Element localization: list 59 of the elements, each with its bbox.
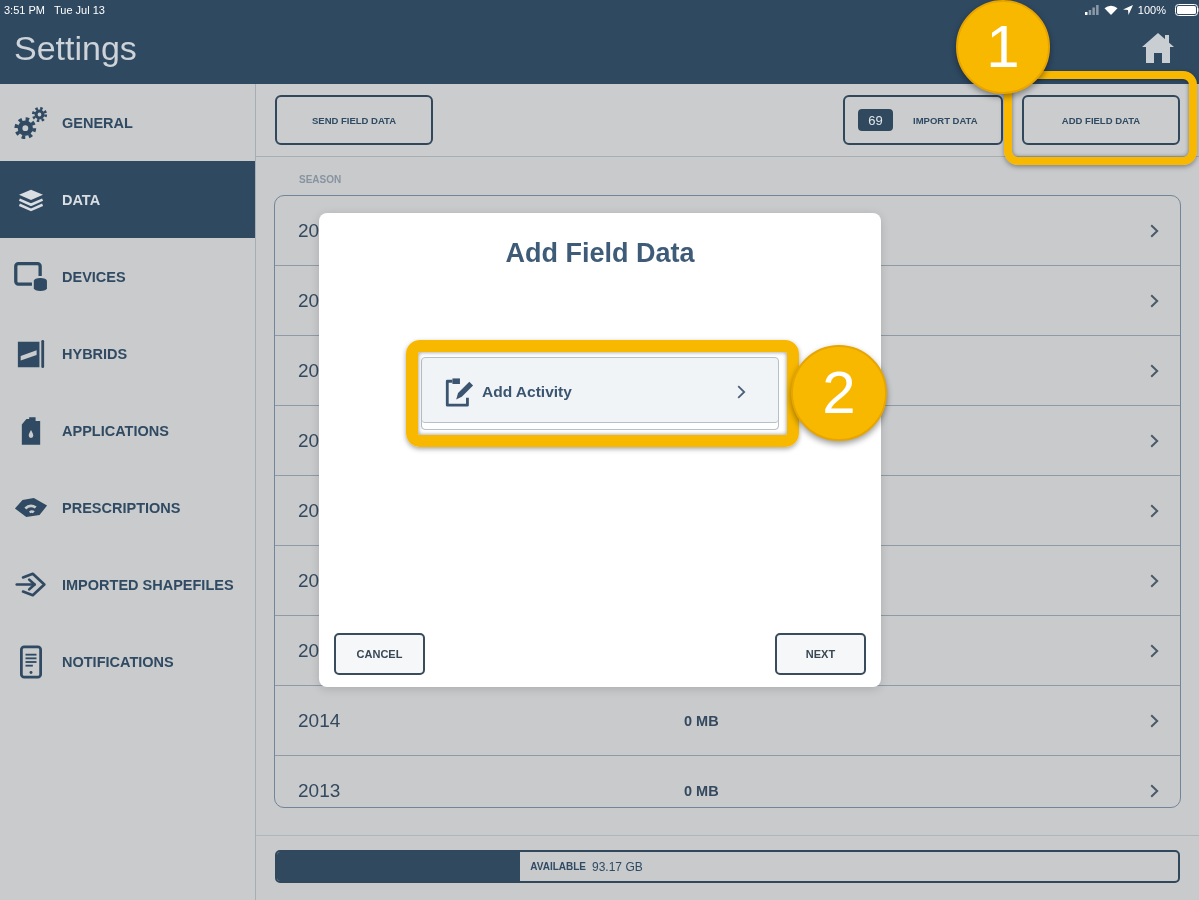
season-cell: 20	[298, 499, 320, 522]
chevron-icon	[737, 384, 746, 399]
chevron-icon	[1150, 223, 1159, 238]
chevron-icon	[1150, 293, 1159, 308]
location-icon	[1122, 4, 1133, 15]
wifi-icon	[1103, 4, 1118, 15]
step-callout: 2	[791, 345, 887, 441]
sidebar-item[interactable]: NOTIFICATIONS	[0, 623, 255, 700]
bag-icon	[16, 338, 46, 369]
signal-icon	[1084, 4, 1099, 15]
available-value: 93.17 GB	[592, 859, 643, 874]
battery-percent: 100%	[1137, 3, 1166, 16]
chevron-icon	[1150, 713, 1159, 728]
season-cell: 20	[298, 219, 320, 242]
gears-icon	[14, 105, 48, 140]
sidebar-item[interactable]: GENERAL	[0, 84, 255, 161]
page-title: Settings	[14, 27, 137, 68]
sidebar-item[interactable]: IMPORTED SHAPEFILES	[0, 546, 255, 623]
sidebar-item[interactable]: DATA	[0, 161, 255, 238]
chevron-icon	[1150, 573, 1159, 588]
chevron-icon	[1150, 363, 1159, 378]
size-cell: 0 MB	[684, 782, 719, 799]
chevron-icon	[1150, 643, 1159, 658]
season-cell: 2013	[298, 779, 341, 802]
season-cell: 20	[298, 429, 320, 452]
season-cell: 20	[298, 639, 320, 662]
available-label: AVAILABLE	[530, 861, 586, 872]
home-icon[interactable]	[1141, 31, 1175, 64]
jug-icon	[20, 415, 42, 446]
dialog-button[interactable]: CANCEL	[334, 633, 425, 675]
season-cell: 20	[298, 359, 320, 382]
import-icon	[15, 572, 47, 597]
toolbar-button[interactable]: SEND FIELD DATA	[275, 95, 433, 145]
status-time: 3:51 PM	[4, 3, 45, 16]
season-cell: 20	[298, 569, 320, 592]
season-cell: 2014	[298, 709, 341, 732]
phone-icon	[20, 644, 42, 679]
battery-icon	[1175, 3, 1199, 16]
chevron-icon	[1150, 433, 1159, 448]
dialog-title: Add Field Data	[505, 237, 695, 269]
status-date: Tue Jul 13	[53, 3, 105, 16]
layers-icon	[17, 187, 45, 212]
sidebar-item[interactable]: DEVICES	[0, 238, 255, 315]
chevron-icon	[1150, 503, 1159, 518]
list-option[interactable]: Add Activity	[421, 357, 779, 430]
map-icon	[14, 497, 48, 518]
sidebar-item[interactable]: APPLICATIONS	[0, 392, 255, 469]
clipboard-pencil-icon	[444, 376, 474, 407]
toolbar-button[interactable]: ADD FIELD DATA	[1022, 95, 1180, 145]
size-cell: 0 MB	[684, 712, 719, 729]
tablet-icon	[14, 261, 48, 292]
column-header: SEASON	[298, 174, 343, 186]
count-badge: 69	[858, 109, 893, 131]
chevron-icon	[1150, 783, 1159, 798]
sidebar-item[interactable]: PRESCRIPTIONS	[0, 469, 255, 546]
season-cell: 20	[298, 289, 320, 312]
sidebar-item[interactable]: HYBRIDS	[0, 315, 255, 392]
toolbar-button[interactable]: 69 IMPORT DATA	[843, 95, 1003, 145]
dialog-button[interactable]: NEXT	[775, 633, 866, 675]
